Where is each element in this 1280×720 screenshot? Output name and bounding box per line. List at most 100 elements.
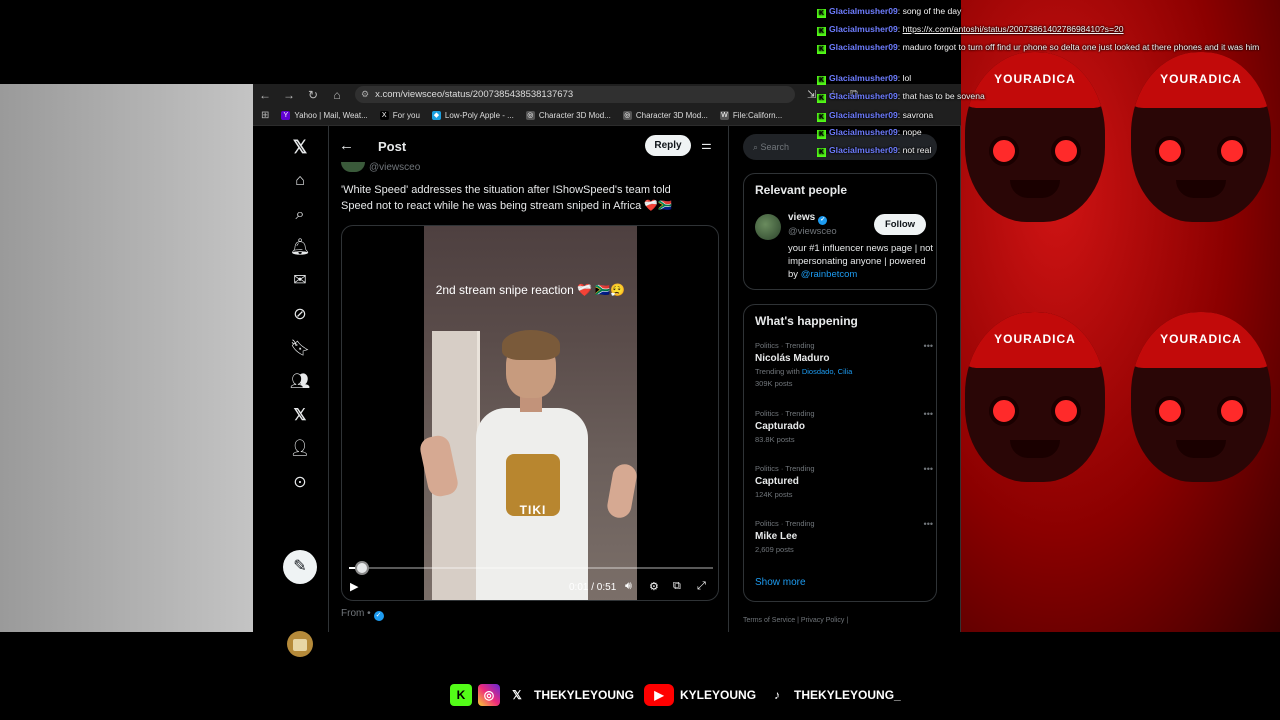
footer-links[interactable]: Terms of Service | Privacy Policy |: [743, 617, 848, 624]
social-handle: THEKYLEYOUNG_: [794, 688, 901, 702]
reply-button[interactable]: Reply: [645, 135, 691, 156]
communities-icon[interactable]: 👥︎: [289, 371, 311, 393]
bookmark-item[interactable]: X For you: [379, 110, 420, 120]
follow-button[interactable]: Follow: [874, 214, 926, 235]
trend-name: Captured: [755, 476, 799, 487]
bookmark-item[interactable]: ◎ Character 3D Mod...: [622, 110, 708, 120]
trend-meta: Politics · Trending: [755, 519, 815, 528]
bookmark-item[interactable]: ◎ Character 3D Mod...: [525, 110, 611, 120]
trend-related: Trending with Diosdado, Cilia: [755, 367, 927, 376]
show-more-link[interactable]: Show more: [755, 577, 806, 588]
video-caption: 2nd stream snipe reaction ❤️‍🩹 🇿🇦😮‍💨: [435, 283, 626, 297]
chat-username: Glacialmusher09: [829, 24, 898, 34]
bookmark-item[interactable]: Y Yahoo | Mail, Weat...: [281, 110, 368, 120]
author-row[interactable]: @viewsceo: [341, 162, 420, 173]
video-hand-right: [605, 462, 639, 520]
more-dots-icon[interactable]: •••: [924, 409, 933, 419]
chat-text: not real: [902, 145, 932, 155]
chat-username: Glacialmusher09: [829, 110, 898, 120]
back-icon[interactable]: ←: [253, 88, 277, 102]
video-settings-icon[interactable]: ⚙: [649, 580, 659, 593]
browser-window: ← → ↻ ⌂ ⚙ x.com/viewsceo/status/20073854…: [253, 84, 961, 657]
chat-message: K Glacialmusher09: not real: [817, 145, 932, 157]
x-logo-icon[interactable]: 𝕏: [289, 136, 311, 158]
url-field[interactable]: ⚙ x.com/viewsceo/status/2007385438538137…: [355, 86, 795, 103]
bookmark-label: Low-Poly Apple - ...: [444, 110, 514, 120]
more-dots-icon[interactable]: •••: [924, 341, 933, 351]
social-handle: THEKYLEYOUNG: [534, 688, 635, 702]
bookmark-icon[interactable]: 🔖︎: [289, 338, 311, 360]
trend-name: Capturado: [755, 421, 805, 432]
youtube-icon: ▶: [644, 684, 675, 706]
bio-link[interactable]: @rainbetcom: [801, 269, 858, 280]
forward-icon[interactable]: →: [277, 88, 301, 102]
bookmark-item[interactable]: ◆ Low-Poly Apple - ...: [431, 110, 514, 120]
relevant-name[interactable]: views: [788, 212, 815, 223]
video-progress-bar[interactable]: [349, 561, 713, 575]
search-icon[interactable]: ⌕: [289, 204, 311, 226]
x-icon: 𝕏: [512, 688, 522, 702]
trend-item[interactable]: Politics · Trending Mike Lee 2,609 posts ••…: [755, 519, 933, 554]
trend-item[interactable]: Politics · Trending Nicolás Maduro Trendin…: [755, 341, 933, 388]
settings-sliders-icon[interactable]: ⚌: [701, 138, 712, 152]
more-icon[interactable]: ⊙: [289, 472, 311, 494]
kick-badge-icon: K: [817, 27, 826, 36]
fullscreen-icon[interactable]: ⤢: [697, 580, 706, 593]
relevant-name-row[interactable]: views ✓: [788, 212, 828, 225]
video-player[interactable]: TIKI 2nd stream snipe reaction ❤️‍🩹 🇿🇦😮‍…: [341, 225, 719, 601]
bookmark-item[interactable]: W File:Californ...: [719, 110, 783, 120]
whats-happening-card: What's happening Politics · Trending Nico…: [743, 304, 937, 602]
compose-post-button[interactable]: ✎: [283, 550, 317, 584]
grok-icon[interactable]: ⊘: [289, 304, 311, 326]
back-arrow-icon[interactable]: ←: [339, 137, 354, 154]
play-icon[interactable]: ▶: [350, 580, 358, 593]
page-title: Post: [378, 139, 407, 154]
reload-icon[interactable]: ↻: [301, 88, 325, 102]
video-scrubber[interactable]: [355, 561, 370, 575]
volume-icon[interactable]: 🔊︎: [625, 580, 632, 593]
shirt-print-text: TIKI: [519, 503, 547, 517]
relevant-handle[interactable]: @viewsceo: [788, 226, 837, 237]
more-dots-icon[interactable]: •••: [924, 519, 933, 529]
x-left-nav: 𝕏 ⌂ ⌕ 🔔︎ ✉ ⊘ 🔖︎ 👥︎ 𝕏 👤︎ ⊙ ✎: [253, 126, 329, 657]
social-handles-bar: K ◎ 𝕏 THEKYLEYOUNG ▶ KYLEYOUNG ♪ THEKYLEYOUNG_: [450, 683, 911, 707]
author-handle[interactable]: @viewsceo: [369, 162, 420, 173]
whats-happening-title: What's happening: [755, 314, 858, 328]
relevant-avatar[interactable]: [755, 214, 781, 240]
post-column: ← Post Reply ⚌ @viewsceo 'White Speed' a…: [329, 126, 729, 632]
verified-badge-icon: ✓: [818, 216, 828, 225]
trend-item[interactable]: Politics · Trending Capturado 83.8K posts •…: [755, 409, 933, 444]
premium-x-icon[interactable]: 𝕏: [289, 405, 311, 427]
account-avatar[interactable]: [287, 631, 313, 657]
author-avatar[interactable]: [341, 162, 365, 173]
kick-icon: K: [450, 684, 472, 706]
mail-icon[interactable]: ✉: [289, 270, 311, 292]
from-label: From •: [341, 608, 371, 619]
feather-icon: ✎: [293, 558, 307, 575]
bookmark-label: File:Californ...: [732, 110, 783, 120]
apps-grid-icon[interactable]: ⊞: [261, 110, 269, 121]
instagram-icon: ◎: [478, 684, 500, 706]
site-info-icon[interactable]: ⚙: [361, 89, 369, 100]
url-text: x.com/viewsceo/status/200738543853813767…: [375, 89, 574, 100]
chat-link[interactable]: https://x.com/antoshi/status/20073861402…: [903, 24, 1124, 34]
home-icon[interactable]: ⌂: [289, 170, 311, 192]
install-icon[interactable]: ⇲: [807, 88, 816, 101]
kick-badge-icon: K: [817, 148, 826, 157]
post-text: 'White Speed' addresses the situation af…: [341, 184, 672, 212]
chat-username: Glacialmusher09: [829, 127, 898, 137]
pip-icon[interactable]: ⧉: [673, 580, 681, 593]
kick-badge-icon: K: [817, 130, 826, 139]
trend-related-links[interactable]: Diosdado, Cilia: [802, 367, 852, 376]
home-icon[interactable]: ⌂: [325, 88, 349, 102]
bookmark-label: Character 3D Mod...: [635, 110, 708, 120]
profile-icon[interactable]: 👤︎: [289, 438, 311, 460]
cartoon-face: YOURADICA: [1131, 312, 1271, 482]
more-dots-icon[interactable]: •••: [924, 464, 933, 474]
social-handle: KYLEYOUNG: [680, 688, 757, 702]
relevant-people-title: Relevant people: [755, 183, 848, 197]
search-placeholder: Search: [760, 142, 790, 152]
bell-icon[interactable]: 🔔︎: [289, 237, 311, 259]
desktop-background: [0, 84, 253, 632]
trend-item[interactable]: Politics · Trending Captured 124K posts •••: [755, 464, 933, 499]
